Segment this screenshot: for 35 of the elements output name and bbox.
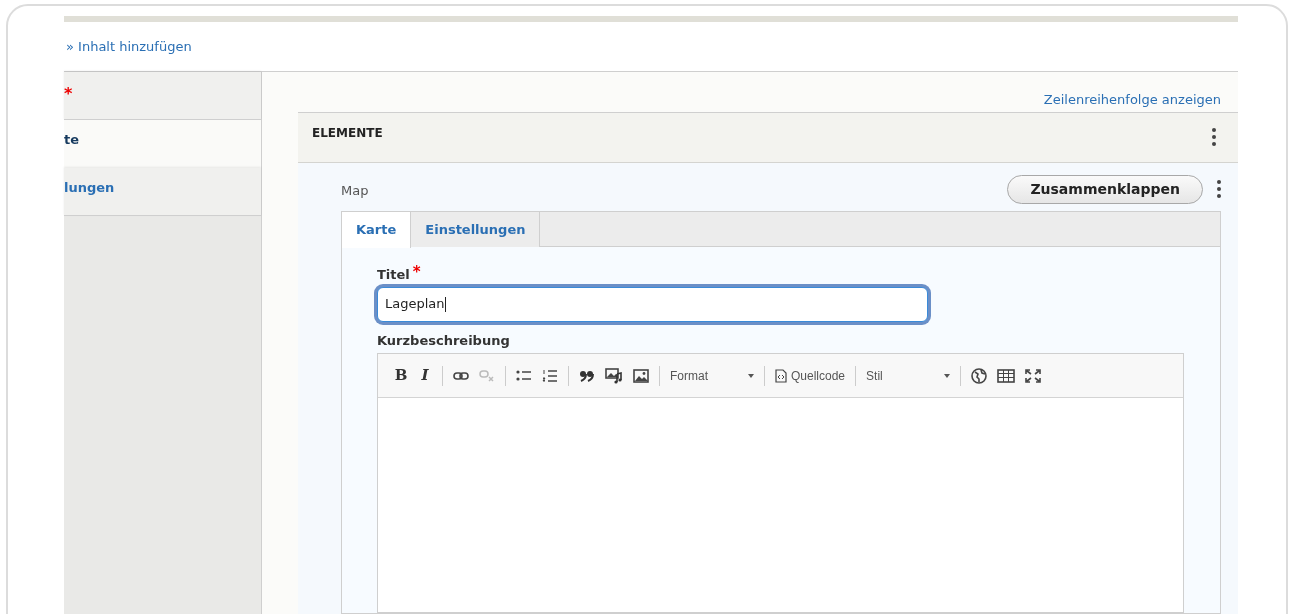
tab[interactable]: Karte	[342, 212, 412, 248]
caret-icon	[748, 373, 754, 378]
section-title: ELEMENTE	[312, 125, 383, 142]
field-label: Titel	[377, 266, 410, 284]
more-icon[interactable]	[1212, 128, 1216, 146]
fullscreen-icon[interactable]	[1025, 368, 1042, 383]
source-code-icon	[775, 368, 787, 383]
tab[interactable]: Einstellungen	[411, 212, 541, 247]
format-dropdown[interactable]: Format	[670, 366, 754, 385]
quote-icon[interactable]	[579, 369, 595, 382]
row-order-link[interactable]: Zeilenreihenfolge anzeigen	[1043, 89, 1221, 109]
source-button[interactable]: Quellcode	[775, 366, 846, 385]
bold-button[interactable]: B	[394, 364, 408, 387]
collapse-button[interactable]: Zusammenklappen	[1007, 174, 1203, 204]
sidebar-tab[interactable]: *	[64, 72, 261, 120]
more-icon[interactable]	[1217, 180, 1221, 198]
sidebar-tab[interactable]: te	[64, 120, 261, 168]
sidebar-tab[interactable]: lungen	[64, 168, 261, 216]
paragraph-label: Map	[341, 182, 369, 201]
title-input[interactable]: Lageplan	[377, 286, 928, 322]
rich-text-editor[interactable]: B I Format Quellcode Stil	[377, 353, 1184, 613]
caret-icon	[944, 373, 951, 378]
link-icon[interactable]	[453, 370, 469, 381]
image-music-icon[interactable]	[605, 367, 623, 384]
bulleted-list-icon[interactable]	[516, 368, 532, 383]
globe-icon[interactable]	[971, 367, 988, 384]
table-icon[interactable]	[997, 368, 1016, 383]
italic-button[interactable]: I	[418, 364, 432, 387]
breadcrumb-link[interactable]: » Inhalt hinzufügen	[64, 36, 192, 57]
text-cursor	[444, 296, 446, 312]
style-dropdown[interactable]: Stil	[866, 366, 951, 385]
required-mark: *	[412, 265, 421, 283]
image-icon[interactable]	[633, 368, 649, 383]
field-label: Kurzbeschreibung	[377, 331, 511, 350]
numbered-list-icon[interactable]	[542, 368, 558, 383]
